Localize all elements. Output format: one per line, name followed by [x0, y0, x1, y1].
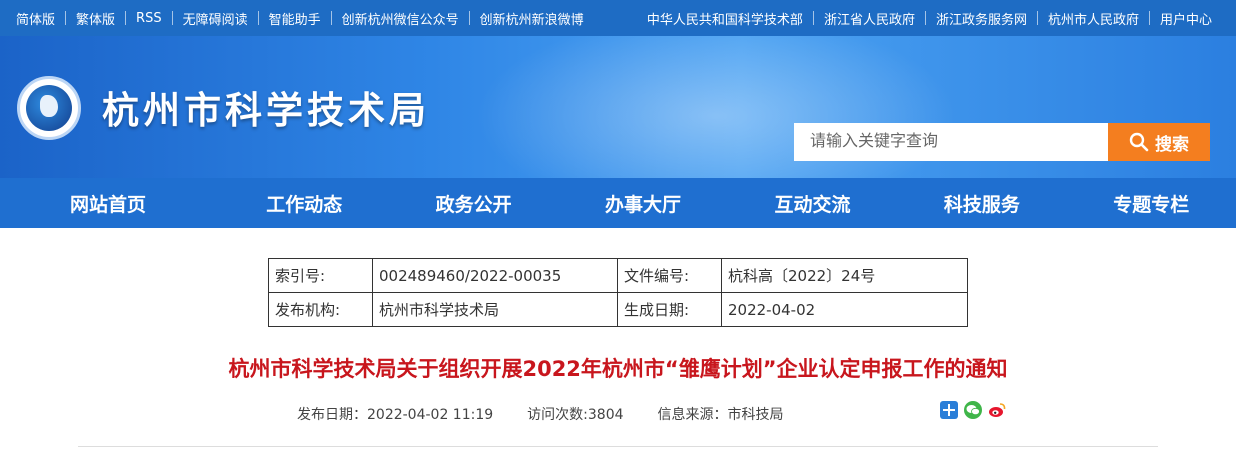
most-link[interactable]: 中华人民共和国科学技术部 [637, 9, 813, 28]
search-icon [1129, 132, 1149, 152]
wechat-bubble-icon [966, 405, 980, 416]
nav-special-topics[interactable]: 专题专栏 [1067, 190, 1236, 217]
index-value: 002489460/2022-00035 [372, 258, 618, 293]
site-logo[interactable] [17, 76, 81, 140]
header-banner: 杭州市科学技术局 搜索 [0, 36, 1236, 178]
plus-glyph-icon [943, 404, 955, 416]
top-links-left: 简体版 繁体版 RSS 无障碍阅读 智能助手 创新杭州微信公众号 创新杭州新浪微… [0, 9, 594, 28]
date-value: 2022-04-02 [721, 292, 968, 327]
search-input[interactable] [794, 123, 1108, 161]
search-button[interactable]: 搜索 [1108, 123, 1210, 161]
index-label: 索引号: [268, 258, 373, 293]
zjzwfw-link[interactable]: 浙江政务服务网 [926, 9, 1037, 28]
nav-home[interactable]: 网站首页 [0, 190, 219, 217]
publisher-label: 发布机构: [268, 292, 373, 327]
publisher-value: 杭州市科学技术局 [372, 292, 618, 327]
info-source: 信息来源：市科技局 [657, 407, 784, 423]
accessibility-link[interactable]: 无障碍阅读 [173, 9, 258, 28]
logo-emblem-icon [26, 85, 72, 131]
nav-service-hall[interactable]: 办事大厅 [558, 190, 727, 217]
simplified-link[interactable]: 简体版 [6, 9, 65, 28]
article-title: 杭州市科学技术局关于组织开展2022年杭州市“雏鹰计划”企业认定申报工作的通知 [228, 357, 1008, 381]
share-bar [940, 401, 1006, 419]
weibo-account-link[interactable]: 创新杭州新浪微博 [470, 9, 594, 28]
publish-date: 发布日期：2022-04-02 11:19 [297, 407, 494, 423]
weibo-icon[interactable] [988, 401, 1006, 419]
wechat-account-link[interactable]: 创新杭州微信公众号 [332, 9, 469, 28]
date-label: 生成日期: [617, 292, 722, 327]
top-links-right: 中华人民共和国科学技术部 浙江省人民政府 浙江政务服务网 杭州市人民政府 用户中… [637, 9, 1236, 28]
document-meta-table: 索引号: 002489460/2022-00035 文件编号: 杭科高〔2022… [268, 258, 968, 327]
zhejiang-gov-link[interactable]: 浙江省人民政府 [814, 9, 925, 28]
nav-tech-service[interactable]: 科技服务 [897, 190, 1066, 217]
user-center-link[interactable]: 用户中心 [1150, 9, 1222, 28]
content-divider [78, 446, 1158, 447]
site-title[interactable]: 杭州市科学技术局 [102, 80, 430, 134]
hangzhou-gov-link[interactable]: 杭州市人民政府 [1038, 9, 1149, 28]
visit-count: 访问次数:3804 [527, 407, 624, 423]
table-row: 发布机构: 杭州市科学技术局 生成日期: 2022-04-02 [268, 292, 968, 327]
doc-no-value: 杭科高〔2022〕24号 [721, 258, 968, 293]
top-utility-bar: 简体版 繁体版 RSS 无障碍阅读 智能助手 创新杭州微信公众号 创新杭州新浪微… [0, 0, 1236, 36]
traditional-link[interactable]: 繁体版 [66, 9, 125, 28]
article-info: 发布日期：2022-04-02 11:19 访问次数:3804 信息来源：市科技… [297, 404, 784, 424]
nav-interaction[interactable]: 互动交流 [728, 190, 897, 217]
share-plus-icon[interactable] [940, 401, 958, 419]
rss-link[interactable]: RSS [126, 11, 172, 26]
nav-work-news[interactable]: 工作动态 [219, 190, 388, 217]
weibo-logo-icon [989, 403, 1006, 417]
assistant-link[interactable]: 智能助手 [259, 9, 331, 28]
main-nav: 网站首页 工作动态 政务公开 办事大厅 互动交流 科技服务 专题专栏 [0, 178, 1236, 228]
nav-gov-info[interactable]: 政务公开 [389, 190, 558, 217]
table-row: 索引号: 002489460/2022-00035 文件编号: 杭科高〔2022… [268, 258, 968, 293]
search-box: 搜索 [794, 123, 1210, 161]
doc-no-label: 文件编号: [617, 258, 722, 293]
wechat-icon[interactable] [964, 401, 982, 419]
search-button-label: 搜索 [1155, 134, 1189, 155]
